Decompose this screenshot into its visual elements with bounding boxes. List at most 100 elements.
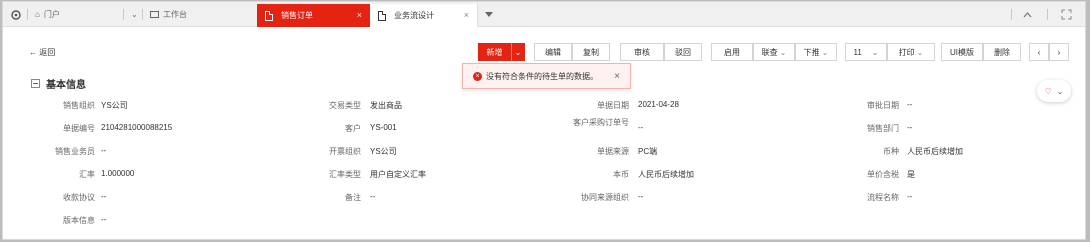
page-size-value: 11 <box>853 47 862 57</box>
ui-template-button[interactable]: UI模版 <box>941 43 983 61</box>
field-value: -- <box>907 123 913 132</box>
field-value: 人民币后续增加 <box>638 170 694 179</box>
back-link[interactable]: ← 返回 <box>29 47 55 58</box>
document-icon <box>378 10 386 21</box>
tab-sales-order[interactable]: 销售订单 × <box>257 4 370 27</box>
next-record-icon[interactable]: › <box>1049 43 1069 61</box>
field-value: -- <box>101 192 107 201</box>
home-tab-label: 门户 <box>43 10 60 19</box>
tab-overflow-caret-icon[interactable] <box>485 2 493 27</box>
field-label: 单价含税 <box>867 170 899 179</box>
section-title: 基本信息 <box>46 80 86 91</box>
field-label: 协同来源组织 <box>581 193 629 202</box>
field-value: YS-001 <box>370 123 397 132</box>
divider <box>1011 9 1012 20</box>
chevron-down-icon: ⌄ <box>916 47 924 57</box>
field-value: -- <box>101 215 107 224</box>
workbench-tab[interactable]: 工作台 <box>150 2 187 27</box>
new-dropdown-chevron-icon[interactable]: ⌄ <box>511 43 525 61</box>
page-size-select[interactable]: 11 ⌄ <box>845 43 887 61</box>
divider <box>1047 9 1048 20</box>
home-icon: ⌂ <box>35 10 40 19</box>
print-button[interactable]: 打印 ⌄ <box>887 43 935 61</box>
field-value: -- <box>638 123 644 132</box>
field-value: -- <box>370 192 376 201</box>
edit-button[interactable]: 编辑 <box>534 43 572 61</box>
arrow-left-icon: ← <box>29 48 37 57</box>
toast-message: 没有符合条件的待生单的数据。 <box>486 71 598 81</box>
back-label: 返回 <box>39 48 56 57</box>
app-window: ⌂ 门户 ⌄ 工作台 销售订单 × 业务流设计 × ← 返回 新增 ⌄ 编辑 复… <box>2 1 1086 240</box>
field-value: 2021-04-28 <box>638 100 679 109</box>
field-value: 人民币后续增加 <box>907 147 963 156</box>
divider <box>142 9 143 20</box>
collapse-icon[interactable] <box>31 79 40 88</box>
field-value: 1.000000 <box>101 169 135 178</box>
close-icon[interactable]: × <box>357 10 362 20</box>
close-icon[interactable]: × <box>614 71 620 82</box>
chevron-down-icon: ⌄ <box>779 47 787 57</box>
field-value: -- <box>907 100 913 109</box>
error-toast: × 没有符合条件的待生单的数据。 × <box>462 63 631 89</box>
main-content: ← 返回 新增 ⌄ 编辑 复制 审核 驳回 启用 联查 ⌄ 下推 ⌄ 11 ⌄ … <box>3 28 1085 240</box>
monitor-icon <box>150 11 159 18</box>
chevron-down-icon[interactable]: ⌄ <box>131 2 138 27</box>
field-value: PC端 <box>638 147 658 156</box>
field-label: 单据日期 <box>597 101 629 110</box>
top-tab-bar: ⌂ 门户 ⌄ 工作台 销售订单 × 业务流设计 × <box>3 2 1085 27</box>
audit-button[interactable]: 审核 <box>620 43 664 61</box>
field-label: 备注 <box>345 193 361 202</box>
error-icon: × <box>473 71 482 81</box>
tab-sales-order-label: 销售订单 <box>281 11 313 20</box>
prev-record-icon[interactable]: ‹ <box>1029 43 1049 61</box>
tab-business-flow-label: 业务流设计 <box>394 11 434 20</box>
field-label: 客户采购订单号 <box>573 118 629 127</box>
field-value: -- <box>638 192 644 201</box>
field-label: 交易类型 <box>329 101 361 110</box>
side-float-button[interactable]: ♡ ⌄ <box>1037 80 1071 102</box>
enable-button[interactable]: 启用 <box>711 43 753 61</box>
copy-button[interactable]: 复制 <box>572 43 610 61</box>
field-value: 发出商品 <box>370 101 402 110</box>
field-value: 是 <box>907 170 915 179</box>
field-label: 客户 <box>345 124 361 133</box>
field-value: -- <box>101 146 107 155</box>
field-label: 单据来源 <box>597 147 629 156</box>
new-button[interactable]: 新增 <box>478 43 511 61</box>
print-label: 打印 <box>898 47 915 57</box>
logo-icon[interactable] <box>11 2 21 27</box>
field-label: 销售组织 <box>63 101 95 110</box>
heart-icon: ♡ <box>1044 86 1052 96</box>
linked-query-label: 联查 <box>761 47 778 57</box>
push-down-label: 下推 <box>803 47 820 57</box>
delete-button[interactable]: 删除 <box>983 43 1021 61</box>
push-down-button[interactable]: 下推 ⌄ <box>795 43 837 61</box>
field-label: 销售业务员 <box>55 147 95 156</box>
home-tab[interactable]: ⌂ 门户 <box>35 2 60 27</box>
tab-business-flow-design[interactable]: 业务流设计 × <box>370 4 478 27</box>
linked-query-button[interactable]: 联查 ⌄ <box>753 43 795 61</box>
field-label: 本币 <box>613 170 629 179</box>
field-label: 单据编号 <box>63 124 95 133</box>
section-basic-info[interactable]: 基本信息 <box>31 76 86 91</box>
chevron-up-icon[interactable] <box>1023 2 1032 27</box>
field-value: YS公司 <box>370 147 397 156</box>
field-label: 币种 <box>883 147 899 156</box>
field-label: 流程名称 <box>867 193 899 202</box>
document-icon <box>265 10 273 21</box>
field-label: 汇率 <box>79 170 95 179</box>
chevron-down-icon: ⌄ <box>871 47 879 57</box>
field-label: 开票组织 <box>329 147 361 156</box>
fullscreen-icon[interactable] <box>1061 2 1072 27</box>
field-label: 销售部门 <box>867 124 899 133</box>
close-icon[interactable]: × <box>464 10 469 20</box>
workbench-tab-label: 工作台 <box>163 10 187 19</box>
chevron-down-icon: ⌄ <box>821 47 829 57</box>
field-label: 审批日期 <box>867 101 899 110</box>
field-value: YS公司 <box>101 101 128 110</box>
field-value: 2104281000088215 <box>101 123 173 132</box>
field-value: -- <box>907 192 913 201</box>
chevron-down-icon: ⌄ <box>1056 86 1064 96</box>
field-value: 用户自定义汇率 <box>370 170 426 179</box>
reject-button[interactable]: 驳回 <box>664 43 702 61</box>
